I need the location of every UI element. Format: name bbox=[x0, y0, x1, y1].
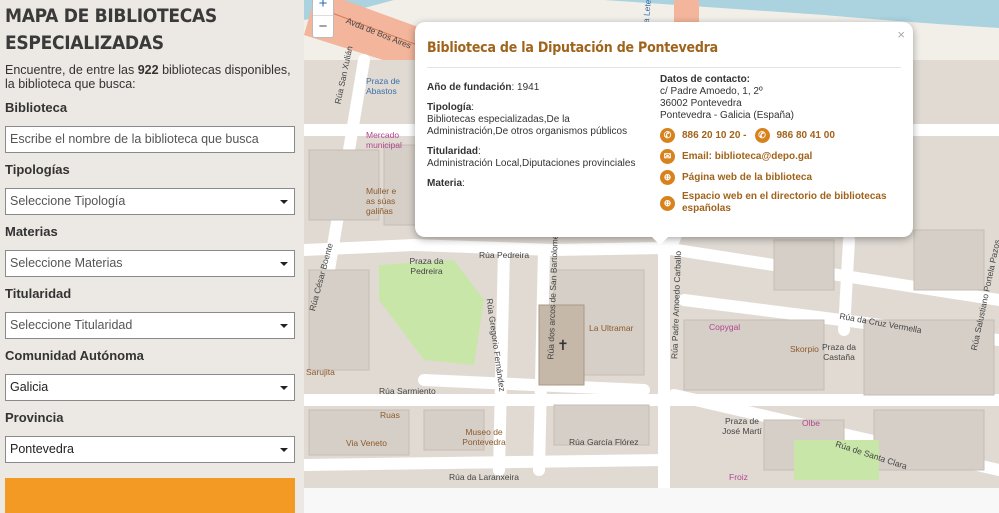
page-title-line1: MAPA DE BIBLIOTECAS bbox=[5, 5, 217, 27]
map-label-poi: Sarujita bbox=[306, 367, 335, 377]
materia-key: Materia bbox=[427, 178, 463, 189]
provincia-label: Provincia bbox=[5, 410, 64, 425]
phone2-wrap: ✆ 986 80 41 00 bbox=[754, 128, 835, 143]
titularidad-label: Titularidad bbox=[5, 286, 72, 301]
page-title-line2: ESPECIALIZADAS bbox=[5, 32, 164, 54]
search-button[interactable] bbox=[5, 478, 295, 513]
address-line: Pontevedra - Galicia (España) bbox=[660, 110, 794, 121]
email-row[interactable]: ✉ Email: biblioteca@depo.gal bbox=[660, 149, 900, 164]
contacto-heading: Datos de contacto: bbox=[660, 74, 751, 85]
search-sidebar: MAPA DE BIBLIOTECAS ESPECIALIZADAS Encue… bbox=[0, 0, 304, 513]
address-line: c/ Padre Amoedo, 1, 2º bbox=[660, 86, 763, 97]
map-label-poi: Olbe bbox=[802, 418, 820, 428]
tipologia-select[interactable]: Seleccione Tipología bbox=[5, 188, 295, 215]
comunidad-select[interactable]: Galicia bbox=[5, 374, 295, 401]
map-label-poi: Ruas bbox=[380, 410, 400, 420]
phone-icon: ✆ bbox=[660, 128, 675, 143]
materias-label: Materias bbox=[5, 224, 58, 239]
chevron-down-icon bbox=[280, 324, 288, 328]
intro-text: Encuentre, de entre las 922 bibliotecas … bbox=[5, 63, 299, 91]
phone-icon: ✆ bbox=[754, 128, 770, 143]
chevron-down-icon bbox=[280, 262, 288, 266]
map-label-place: Praza da Castaña bbox=[821, 342, 857, 362]
library-details: Año de fundación: 1941 Tipología: Bibliot… bbox=[427, 82, 652, 198]
zoom-out-button[interactable]: − bbox=[313, 15, 333, 37]
comunidad-label: Comunidad Autónoma bbox=[5, 348, 144, 363]
provincia-select[interactable]: Pontevedra bbox=[5, 436, 295, 463]
directory-link[interactable]: Espacio web en el directorio de bibliote… bbox=[682, 191, 900, 215]
titularidad-select-value: Seleccione Titularidad bbox=[10, 318, 133, 332]
globe-icon: ⊕ bbox=[660, 195, 675, 211]
tipologia-select-value: Seleccione Tipología bbox=[10, 194, 126, 208]
address-line: 36002 Pontevedra bbox=[660, 98, 742, 109]
map-label-street: Rúa Sarmiento bbox=[379, 386, 436, 396]
provincia-select-value: Pontevedra bbox=[10, 442, 74, 456]
intro-pre: Encuentre, de entre las bbox=[5, 63, 138, 77]
fundacion-key: Año de fundación bbox=[427, 82, 512, 93]
zoom-control: + − bbox=[312, 0, 334, 38]
tipologia-row: Tipología: Bibliotecas especializadas,De … bbox=[427, 102, 628, 137]
map-label-place: Praza da Pedreira bbox=[409, 256, 444, 276]
titularidad-value: Administración Local,Diputaciones provin… bbox=[427, 158, 636, 169]
contact-details: Datos de contacto: c/ Padre Amoedo, 1, 2… bbox=[660, 74, 900, 215]
fundacion-value: 1941 bbox=[517, 82, 540, 93]
zoom-in-button[interactable]: + bbox=[313, 0, 333, 15]
map-label-street: Rúa García Flórez bbox=[569, 437, 639, 447]
tipologias-label: Tipologías bbox=[5, 162, 70, 177]
chevron-down-icon bbox=[280, 200, 288, 204]
materia-row: Materia: bbox=[427, 178, 465, 189]
map-label-poi: Skorpio bbox=[790, 344, 819, 354]
phone-link[interactable]: 986 80 41 00 bbox=[777, 130, 835, 142]
map-label-place: Praza de Abastos bbox=[366, 76, 401, 96]
close-icon[interactable]: × bbox=[897, 27, 905, 42]
map-label-street: Rúa Pedreira bbox=[479, 250, 530, 260]
tipologia-value: Bibliotecas especializadas,De la Adminis… bbox=[427, 114, 628, 137]
popup-title: Biblioteca de la Diputación de Pontevedr… bbox=[427, 40, 718, 56]
biblioteca-search-input[interactable]: Escribe el nombre de la biblioteca que b… bbox=[5, 126, 295, 153]
map-label-poi: Froiz bbox=[729, 472, 748, 482]
map-label-poi: Copygal bbox=[709, 322, 741, 332]
phone-row: ✆ 886 20 10 20 - ✆ 986 80 41 00 bbox=[660, 128, 900, 143]
chevron-down-icon bbox=[280, 386, 288, 390]
biblioteca-label: Biblioteca bbox=[5, 100, 68, 115]
tipologia-key: Tipología bbox=[427, 102, 472, 113]
envelope-icon: ✉ bbox=[660, 149, 675, 164]
map-label-street: Rúa da Laranxeira bbox=[449, 472, 519, 482]
map-label-poi: Via Veneto bbox=[346, 438, 387, 448]
library-count: 922 bbox=[137, 63, 159, 77]
map-label-poi: La Ultramar bbox=[589, 323, 634, 333]
titularidad-key: Titularidad bbox=[427, 146, 478, 157]
materias-select-value: Seleccione Materias bbox=[10, 256, 123, 270]
library-info-popup: × Biblioteca de la Diputación de Ponteve… bbox=[415, 22, 913, 245]
chevron-down-icon bbox=[280, 448, 288, 452]
map-label-poi: Museo de Pontevedra bbox=[462, 427, 506, 447]
titularidad-row: Titularidad: Administración Local,Diputac… bbox=[427, 146, 636, 169]
comunidad-select-value: Galicia bbox=[10, 380, 49, 394]
map-label-place: Praza de José Martí bbox=[722, 416, 762, 436]
directory-row[interactable]: ⊕ Espacio web en el directorio de biblio… bbox=[660, 191, 900, 215]
globe-icon: ⊕ bbox=[660, 170, 675, 185]
fundacion-row: Año de fundación: 1941 bbox=[427, 82, 540, 93]
svg-text:✝: ✝ bbox=[557, 338, 569, 354]
map-label-poi: Muller e as súas galiñas bbox=[366, 186, 397, 216]
divider bbox=[427, 67, 901, 68]
email-link[interactable]: Email: biblioteca@depo.gal bbox=[682, 151, 812, 163]
phone-link[interactable]: 886 20 10 20 - bbox=[682, 130, 747, 142]
website-link[interactable]: Página web de la biblioteca bbox=[682, 172, 812, 184]
popup-pointer bbox=[651, 236, 669, 245]
titularidad-select[interactable]: Seleccione Titularidad bbox=[5, 312, 295, 339]
materias-select[interactable]: Seleccione Materias bbox=[5, 250, 295, 277]
web-row[interactable]: ⊕ Página web de la biblioteca bbox=[660, 170, 900, 185]
